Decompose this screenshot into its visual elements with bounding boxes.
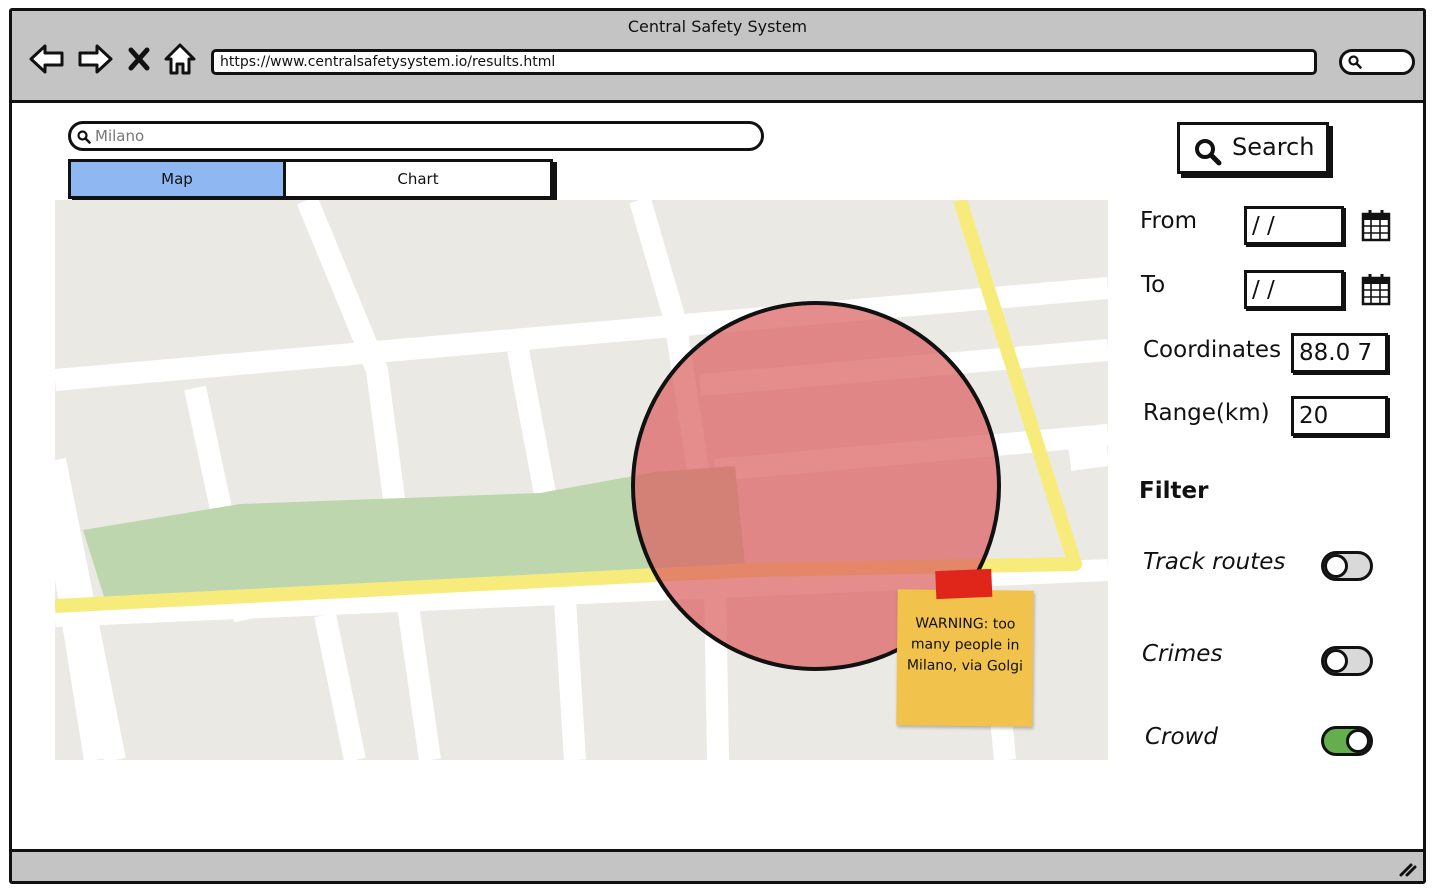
view-tabs: Map Chart (68, 159, 553, 199)
tab-map[interactable]: Map (71, 162, 286, 196)
filter-label-crimes: Crimes (1142, 641, 1223, 667)
search-icon (1195, 139, 1222, 166)
range-field[interactable]: 20 (1291, 396, 1388, 436)
track-routes-toggle[interactable] (1321, 551, 1373, 581)
calendar-icon[interactable] (1361, 208, 1391, 242)
browser-search-box[interactable] (1339, 49, 1415, 75)
warning-sticky-note: WARNING: too many people in Milano, via … (896, 568, 1034, 727)
crimes-toggle[interactable] (1321, 646, 1373, 676)
stop-x-icon[interactable] (124, 41, 154, 77)
window-title: Central Safety System (627, 17, 808, 36)
to-label: To (1141, 272, 1166, 298)
search-button-label: Search (1232, 133, 1315, 161)
forward-arrow-icon[interactable] (76, 41, 114, 77)
toggle-knob (1324, 554, 1348, 578)
toggle-knob (1324, 649, 1348, 673)
filter-heading: Filter (1139, 478, 1209, 504)
location-search-input[interactable] (68, 121, 764, 151)
sticky-note-tape (935, 568, 993, 600)
search-icon (77, 130, 91, 144)
filter-label-crowd: Crowd (1145, 724, 1218, 750)
tab-chart[interactable]: Chart (286, 162, 550, 196)
warning-note-text: WARNING: too many people in Milano, via … (906, 615, 1024, 675)
title-bar: Central Safety System https://www.centra… (12, 11, 1423, 103)
from-date-field[interactable]: / / (1244, 206, 1344, 245)
status-bar (12, 849, 1423, 881)
search-button[interactable]: Search (1177, 122, 1329, 174)
coordinates-label: Coordinates (1143, 337, 1282, 363)
toggle-knob (1346, 729, 1370, 753)
search-icon (1348, 55, 1362, 69)
back-arrow-icon[interactable] (28, 41, 66, 77)
home-icon[interactable] (162, 41, 198, 77)
to-date-field[interactable]: / / (1244, 270, 1344, 309)
url-bar[interactable]: https://www.centralsafetysystem.io/resul… (211, 49, 1317, 75)
calendar-icon[interactable] (1361, 272, 1391, 306)
coordinates-field[interactable]: 88.0 7 (1291, 333, 1388, 373)
resize-grip-icon[interactable] (1397, 857, 1419, 879)
location-search-field[interactable] (95, 126, 735, 146)
from-label: From (1140, 208, 1197, 234)
filter-label-track-routes: Track routes (1143, 549, 1286, 575)
range-label: Range(km) (1143, 400, 1270, 426)
crowd-toggle[interactable] (1321, 726, 1373, 756)
